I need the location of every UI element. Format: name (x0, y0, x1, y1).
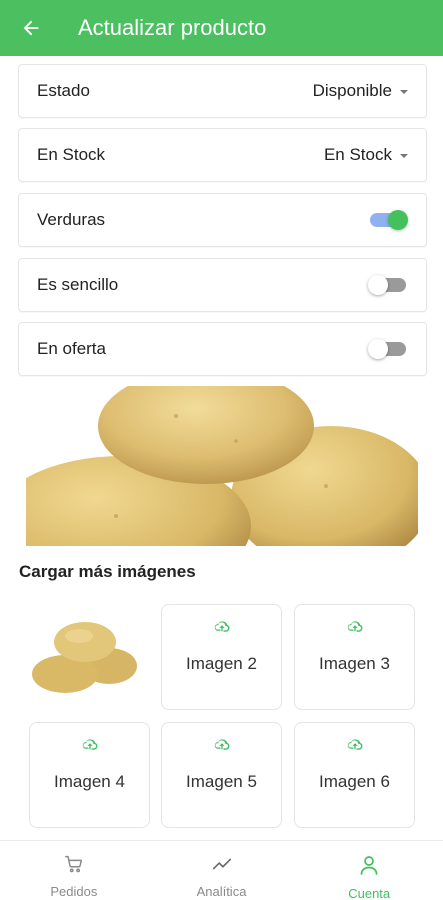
oferta-label: En oferta (37, 339, 106, 358)
sencillo-row: Es sencillo (18, 258, 427, 312)
arrow-left-icon[interactable] (0, 0, 62, 56)
caret-down-icon (400, 154, 408, 158)
product-main-image (26, 386, 418, 546)
image-3-label: Imagen 3 (319, 654, 390, 673)
estado-value[interactable]: Disponible (313, 81, 408, 101)
trend-icon (210, 853, 234, 880)
nav-cuenta-label: Cuenta (348, 886, 391, 900)
image-6-label: Imagen 6 (319, 772, 390, 791)
image-1-thumbnail[interactable] (29, 604, 150, 710)
stock-label: En Stock (37, 145, 106, 164)
verduras-label: Verduras (37, 210, 106, 229)
image-5-upload[interactable]: Imagen 5 (161, 722, 282, 828)
image-3-upload[interactable]: Imagen 3 (294, 604, 415, 710)
nav-cuenta[interactable]: Cuenta (295, 841, 443, 900)
estado-value-text: Disponible (312, 81, 392, 100)
image-4-upload[interactable]: Imagen 4 (29, 722, 150, 828)
caret-down-icon (400, 90, 408, 94)
toggle-thumb (368, 339, 388, 359)
verduras-row: Verduras (18, 193, 427, 247)
image-2-label: Imagen 2 (186, 654, 257, 673)
verduras-toggle[interactable] (368, 208, 408, 232)
oferta-toggle[interactable] (368, 337, 408, 361)
image-6-upload[interactable]: Imagen 6 (294, 722, 415, 828)
stock-value[interactable]: En Stock (324, 145, 408, 165)
more-images-title: Cargar más imágenes (19, 562, 196, 581)
estado-select[interactable]: Estado Disponible (18, 64, 427, 118)
nav-analitica[interactable]: Analítica (148, 841, 296, 900)
stock-value-text: En Stock (323, 145, 392, 164)
toggle-thumb (388, 210, 408, 230)
estado-label: Estado (37, 81, 90, 100)
stock-select[interactable]: En Stock En Stock (18, 128, 427, 182)
cart-icon (63, 853, 85, 880)
app-bar: Actualizar producto (0, 0, 443, 56)
cloud-upload-icon (81, 737, 99, 756)
form-content[interactable]: Estado Disponible En Stock En Stock Verd… (0, 56, 443, 840)
image-5-label: Imagen 5 (186, 772, 257, 791)
image-4-label: Imagen 4 (54, 772, 125, 791)
cloud-upload-icon (213, 619, 231, 638)
nav-pedidos[interactable]: Pedidos (0, 841, 148, 900)
image-2-upload[interactable]: Imagen 2 (161, 604, 282, 710)
cloud-upload-icon (346, 737, 364, 756)
sencillo-toggle[interactable] (368, 273, 408, 297)
oferta-row: En oferta (18, 322, 427, 376)
cloud-upload-icon (346, 619, 364, 638)
nav-analitica-label: Analítica (196, 884, 247, 899)
user-icon (357, 853, 381, 882)
toggle-thumb (368, 275, 388, 295)
bottom-navigation: Pedidos Analítica Cuenta (0, 840, 443, 900)
cloud-upload-icon (213, 737, 231, 756)
nav-pedidos-label: Pedidos (50, 884, 98, 899)
page-title: Actualizar producto (78, 15, 267, 40)
sencillo-label: Es sencillo (37, 275, 119, 294)
